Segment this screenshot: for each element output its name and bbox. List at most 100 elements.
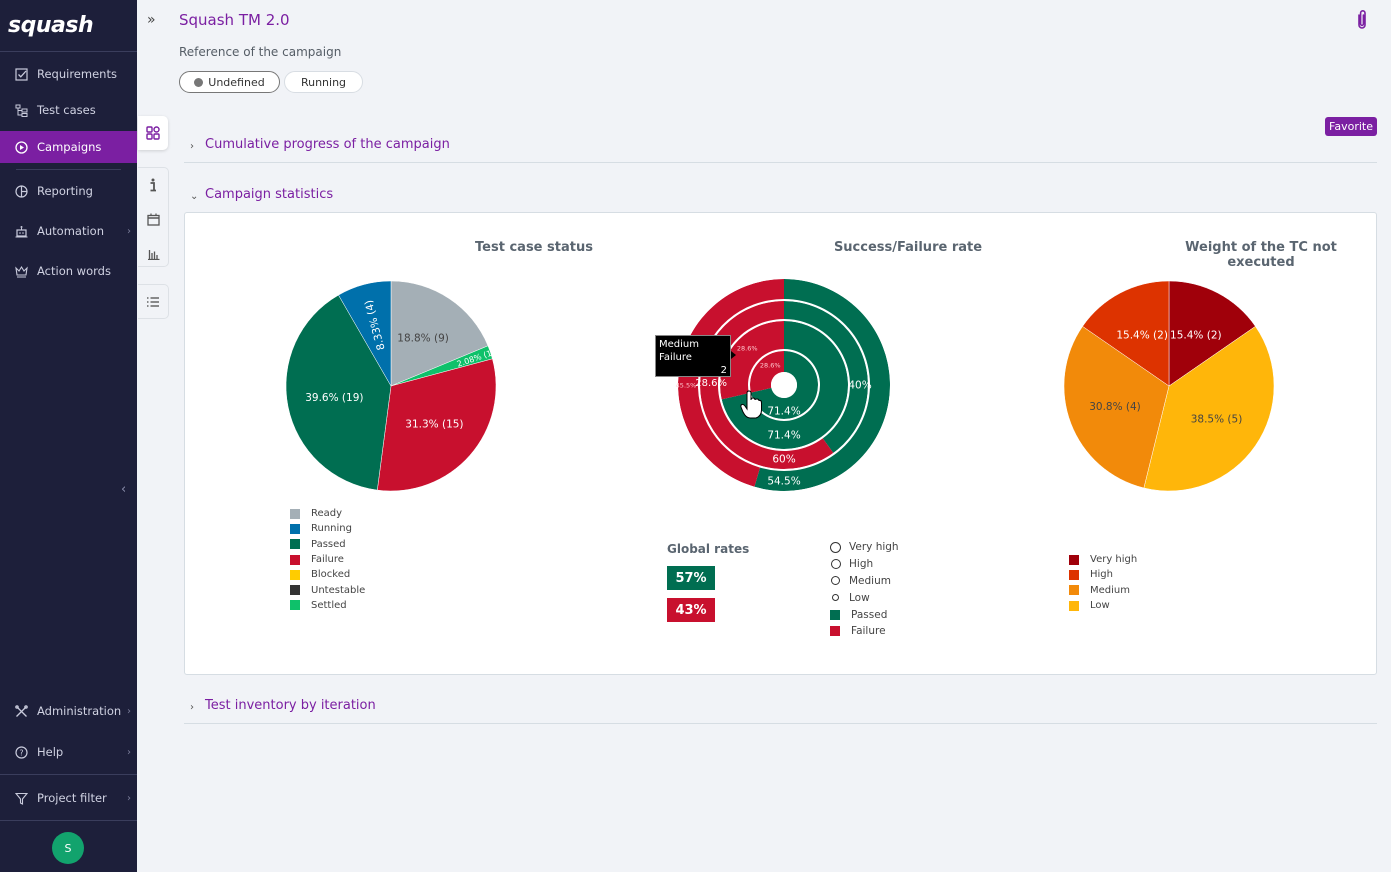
- legend-item[interactable]: Running: [290, 521, 365, 536]
- section-cumulative-progress[interactable]: › Cumulative progress of the campaign: [184, 137, 1377, 163]
- weight-not-executed-pie: 15.4% (2) 38.5% (5) 30.8% (4) 15.4% (2): [1063, 280, 1275, 492]
- tools-icon: [14, 704, 28, 718]
- legend-label: High: [1090, 569, 1113, 581]
- legend-item[interactable]: Settled: [290, 598, 365, 613]
- favorite-button[interactable]: Favorite: [1325, 117, 1377, 136]
- page-title: Squash TM 2.0: [179, 11, 290, 29]
- tooltip-title: Medium Failure: [659, 339, 699, 363]
- planning-button[interactable]: [138, 202, 168, 236]
- legend-item[interactable]: Very high: [830, 539, 899, 556]
- donut-label: 71.4%: [767, 430, 800, 442]
- pie-label: 30.8% (4): [1089, 401, 1141, 413]
- legend-label: Untestable: [311, 584, 366, 596]
- legend-item[interactable]: High: [1069, 567, 1137, 582]
- collapse-sidebar-icon[interactable]: ‹: [121, 482, 126, 497]
- section-campaign-statistics[interactable]: ⌄ Campaign statistics: [184, 187, 1377, 213]
- sidebar-item-project-filter[interactable]: Project filter ›: [0, 782, 137, 814]
- legend-item[interactable]: Medium: [1069, 583, 1137, 598]
- sidebar-item-automation[interactable]: Automation ›: [0, 215, 137, 247]
- nav-divider: [0, 774, 137, 775]
- chevron-right-icon: ›: [127, 225, 131, 237]
- legend-item[interactable]: Ready: [290, 506, 365, 521]
- statistics-button[interactable]: [138, 236, 168, 270]
- donut-label: 40%: [848, 380, 871, 392]
- status-pill-running[interactable]: Running: [284, 71, 363, 93]
- sidebar-item-campaigns[interactable]: Campaigns: [0, 131, 137, 163]
- sidebar-item-test-cases[interactable]: Test cases: [0, 94, 137, 126]
- legend-item[interactable]: Low: [1069, 598, 1137, 613]
- legend-item[interactable]: Low: [830, 589, 899, 606]
- chart-title: Success/Failure rate: [833, 240, 983, 255]
- legend-item[interactable]: Failure: [830, 623, 899, 640]
- chevron-right-icon: ›: [190, 141, 194, 152]
- section-title: Cumulative progress of the campaign: [205, 137, 450, 152]
- sidebar-item-help[interactable]: ? Help ›: [0, 736, 137, 768]
- legend-label: Blocked: [311, 569, 351, 581]
- chart-title: Test case status: [475, 240, 593, 255]
- legend-swatch: [1069, 554, 1079, 565]
- legend-swatch: [1069, 585, 1079, 596]
- paperclip-icon[interactable]: [1355, 9, 1369, 31]
- sidebar-item-administration[interactable]: Administration ›: [0, 695, 137, 727]
- legend-label: Low: [1090, 600, 1110, 612]
- chart-tooltip: Medium Failure 2 28.6%: [655, 335, 731, 389]
- list-view-button[interactable]: [138, 285, 168, 319]
- legend-label: Running: [311, 523, 352, 535]
- legend-label: High: [849, 558, 874, 571]
- legend-item[interactable]: Very high: [1069, 552, 1137, 567]
- legend-item[interactable]: Passed: [830, 606, 899, 623]
- sidebar-item-label: Help: [37, 745, 64, 759]
- sidebar-item-label: Action words: [37, 264, 111, 278]
- legend-item[interactable]: Passed: [290, 537, 365, 552]
- tooltip-arrow: [731, 351, 736, 359]
- legend-label: Failure: [311, 554, 344, 566]
- legend-item[interactable]: Blocked: [290, 567, 365, 582]
- sidebar-item-label: Automation: [37, 224, 104, 238]
- legend-label: Ready: [311, 508, 343, 520]
- expand-tree-icon[interactable]: »: [147, 12, 156, 28]
- legend-swatch: [290, 569, 300, 580]
- pie-icon: [14, 184, 28, 198]
- legend-circle-icon: [832, 594, 839, 602]
- donut-label: 28.6%: [737, 345, 758, 353]
- chevron-right-icon: ›: [127, 746, 131, 758]
- legend-swatch: [830, 626, 840, 637]
- dashboard-view-button[interactable]: [138, 116, 168, 150]
- pie-label: 39.6% (19): [305, 392, 363, 404]
- sidebar-item-label: Project filter: [37, 791, 107, 805]
- sidebar-item-requirements[interactable]: Requirements: [0, 58, 137, 90]
- legend-label: Low: [849, 591, 870, 604]
- list-icon: [147, 297, 159, 307]
- legend-item[interactable]: Failure: [290, 552, 365, 567]
- sidebar-item-label: Administration: [37, 704, 122, 718]
- avatar[interactable]: S: [52, 832, 84, 864]
- legend-label: Medium: [849, 574, 891, 587]
- status-pill-undefined[interactable]: Undefined: [179, 71, 280, 93]
- sidebar-item-reporting[interactable]: Reporting: [0, 175, 137, 207]
- legend-item[interactable]: High: [830, 556, 899, 573]
- logo-text: squash: [8, 13, 94, 38]
- legend-swatch: [290, 554, 300, 565]
- svg-text:?: ?: [19, 748, 23, 757]
- status-dot-icon: [194, 77, 204, 87]
- legend-swatch: [830, 609, 840, 620]
- legend-circle-icon: [830, 559, 841, 570]
- legend-swatch: [290, 600, 300, 611]
- legend-item[interactable]: Medium: [830, 573, 899, 590]
- pie-label: 15.4% (2): [1170, 329, 1222, 341]
- legend-swatch: [290, 585, 300, 596]
- legend-swatch: [290, 508, 300, 519]
- section-test-inventory[interactable]: › Test inventory by iteration: [184, 698, 1377, 724]
- test-case-status-legend: Ready Running Passed Failure Blocked Untestab…: [290, 506, 365, 613]
- legend-circle-icon: [830, 541, 841, 553]
- logo[interactable]: squash: [0, 0, 137, 52]
- section-title: Campaign statistics: [205, 187, 334, 202]
- chart-title: Weight of the TC not executed: [1185, 240, 1337, 270]
- legend-label: Settled: [311, 599, 347, 611]
- legend-item[interactable]: Untestable: [290, 582, 365, 597]
- sidebar-item-action-words[interactable]: Action words: [0, 255, 137, 287]
- test-case-status-pie: 18.8% (9)2.08% (1)31.3% (15)39.6% (19)8.…: [285, 280, 497, 492]
- global-rates-title: Global rates: [667, 542, 750, 556]
- info-button[interactable]: [138, 168, 168, 202]
- legend-label: Passed: [311, 538, 346, 550]
